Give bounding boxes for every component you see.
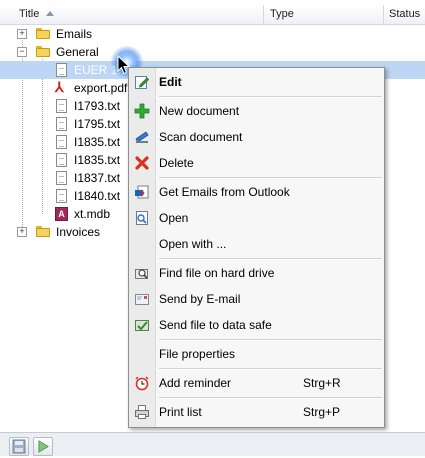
context-menu: Edit New document Scan document Delete G…: [128, 67, 385, 428]
menu-item-label: Open: [159, 211, 189, 225]
menu-separator: [159, 368, 382, 370]
column-title-header[interactable]: Title: [0, 5, 263, 24]
folder-icon: [36, 226, 50, 237]
pdf-icon: ⅄: [55, 79, 64, 95]
play-icon: [38, 440, 49, 453]
column-status-label: Status: [389, 8, 421, 20]
menu-item-label: Find file on hard drive: [159, 266, 275, 280]
tree-row-emails[interactable]: + Emails: [0, 25, 425, 43]
tree-item-label: I1837.txt: [74, 171, 121, 185]
menu-item-add-reminder[interactable]: Add reminder Strg+R: [129, 372, 384, 394]
menu-separator: [159, 397, 382, 399]
column-title-label: Title: [19, 8, 40, 20]
menu-item-label: Open with ...: [159, 237, 227, 251]
text-file-icon: [56, 99, 67, 113]
tree-item-label: I1793.txt: [74, 99, 121, 113]
text-file-icon: [56, 135, 67, 149]
text-file-icon: [56, 171, 67, 185]
tree-row-general[interactable]: − General: [0, 43, 425, 61]
edit-icon: [134, 74, 150, 90]
delete-x-icon: [134, 155, 150, 171]
menu-separator: [159, 96, 382, 98]
menu-item-data-safe[interactable]: Send file to data safe: [129, 314, 384, 336]
bottom-toolbar: [0, 432, 425, 456]
menu-item-label: Scan document: [159, 130, 243, 144]
tree-item-label: export.pdf: [74, 81, 128, 95]
menu-item-print-list[interactable]: Print list Strg+P: [129, 401, 384, 423]
sort-ascending-icon: [46, 11, 55, 16]
text-file-icon: [56, 153, 67, 167]
data-safe-icon: [134, 317, 150, 333]
column-header: Title Type Status: [0, 5, 425, 25]
menu-item-file-properties[interactable]: File properties: [129, 343, 384, 365]
text-file-icon: [56, 63, 67, 77]
menu-item-scan-document[interactable]: Scan document: [129, 126, 384, 148]
menu-item-get-emails-outlook[interactable]: Get Emails from Outlook: [129, 181, 384, 203]
menu-separator: [159, 177, 382, 179]
menu-separator: [159, 339, 382, 341]
folder-icon: [36, 46, 50, 57]
column-type-header[interactable]: Type: [263, 5, 383, 24]
tree-item-label: xt.mdb: [74, 207, 111, 221]
alarm-clock-icon: [134, 375, 150, 391]
tree-item-label: General: [56, 45, 99, 59]
menu-item-label: Send by E-mail: [159, 292, 241, 306]
menu-item-open[interactable]: Open: [129, 207, 384, 229]
play-button[interactable]: [33, 437, 53, 456]
collapse-icon[interactable]: −: [17, 47, 27, 57]
menu-item-label: New document: [159, 104, 240, 118]
menu-item-label: Print list: [159, 405, 202, 419]
database-file-icon: A: [55, 207, 68, 221]
plus-icon: [134, 103, 150, 119]
menu-item-shortcut: Strg+R: [303, 376, 341, 390]
column-status-header[interactable]: Status: [383, 5, 425, 24]
menu-item-label: Delete: [159, 156, 194, 170]
save-disk-icon: [12, 439, 26, 454]
menu-item-edit[interactable]: Edit: [129, 71, 384, 93]
email-icon: [134, 291, 150, 307]
find-file-icon: [134, 265, 150, 281]
menu-item-new-document[interactable]: New document: [129, 100, 384, 122]
save-button[interactable]: [9, 437, 29, 456]
expand-icon[interactable]: +: [17, 227, 27, 237]
menu-item-label: Edit: [159, 75, 182, 89]
expand-icon[interactable]: +: [17, 29, 27, 39]
menu-item-send-email[interactable]: Send by E-mail: [129, 288, 384, 310]
menu-item-shortcut: Strg+P: [303, 405, 341, 419]
menu-item-label: Add reminder: [159, 376, 232, 390]
printer-icon: [134, 404, 150, 420]
tree-item-label: I1795.txt: [74, 117, 121, 131]
tree-item-label: I1840.txt: [74, 189, 121, 203]
menu-item-open-with[interactable]: Open with ...: [129, 233, 384, 255]
outlook-import-icon: [134, 184, 150, 200]
scan-icon: [134, 129, 150, 145]
tree-item-label: Emails: [56, 27, 93, 41]
menu-item-label: Send file to data safe: [159, 318, 272, 332]
folder-icon: [36, 28, 50, 39]
open-icon: [134, 210, 150, 226]
menu-separator: [159, 258, 382, 260]
tree-item-label: I1835.txt: [74, 153, 121, 167]
column-type-label: Type: [270, 8, 294, 20]
menu-item-delete[interactable]: Delete: [129, 152, 384, 174]
text-file-icon: [56, 189, 67, 203]
menu-item-label: Get Emails from Outlook: [159, 185, 290, 199]
menu-item-find-file[interactable]: Find file on hard drive: [129, 262, 384, 284]
tree-item-label: Invoices: [56, 225, 101, 239]
menu-item-label: File properties: [159, 347, 236, 361]
tree-item-label: I1835.txt: [74, 135, 121, 149]
text-file-icon: [56, 117, 67, 131]
